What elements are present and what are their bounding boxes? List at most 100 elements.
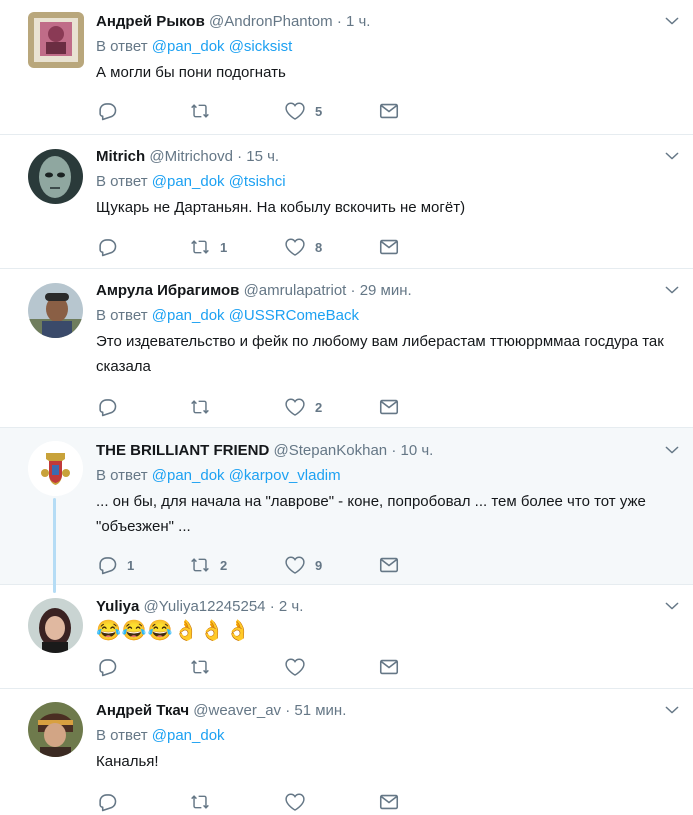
heart-icon [284,236,306,258]
timestamp[interactable]: 15 ч. [246,148,279,165]
author-handle[interactable]: @StepanKokhan [274,442,388,459]
mention-link[interactable]: @karpov_vladim [229,467,341,484]
heart-icon [284,791,306,813]
avatar[interactable] [28,441,83,496]
author-name[interactable]: Андрей Ткач [96,702,189,719]
retweet-icon [189,656,211,678]
tweet-header: Андрей Рыков @AndronPhantom · 1 ч. [96,12,671,32]
mention-link[interactable]: @sicksist [229,38,293,55]
retweet-button[interactable] [189,100,220,122]
retweet-button[interactable]: 1 [189,236,227,258]
tweet-header: Yuliya @Yuliya12245254 · 2 ч. [96,597,671,617]
direct-message-button[interactable] [378,100,400,122]
separator: · [269,598,275,615]
tweet[interactable]: Амрула Ибрагимов @amrulapatriot · 29 мин… [0,269,693,428]
like-button[interactable]: 8 [284,236,322,258]
avatar[interactable] [28,283,83,338]
mention-link[interactable]: @pan_dok [152,727,225,744]
like-button[interactable]: 2 [284,396,322,418]
mention-link[interactable]: @tsishci [229,173,286,190]
tweet[interactable]: Андрей Рыков @AndronPhantom · 1 ч. В отв… [0,0,693,135]
retweet-count: 1 [220,239,228,255]
retweet-button[interactable] [189,396,220,418]
reply-button[interactable] [96,791,127,813]
envelope-icon [378,236,400,258]
like-button[interactable] [284,656,315,678]
direct-message-button[interactable] [378,396,400,418]
mention-link[interactable]: @pan_dok [152,307,225,324]
direct-message-button[interactable] [378,791,400,813]
tweet-text: 😂😂😂👌👌👌 [96,620,252,642]
author-name[interactable]: Амрула Ибрагимов [96,282,239,299]
tweet-text: Это издевательство и фейк по любому вам … [96,333,664,375]
author-name[interactable]: Yuliya [96,598,139,615]
tweet-header: Амрула Ибрагимов @amrulapatriot · 29 мин… [96,281,671,301]
author-handle[interactable]: @AndronPhantom [209,13,333,30]
envelope-icon [378,100,400,122]
separator: · [336,13,342,30]
tweet-text: ... он бы, для начала на "лаврове" - кон… [96,493,646,535]
tweet-header: Андрей Ткач @weaver_av · 51 мин. [96,701,671,721]
reply-prefix: В ответ [96,467,148,484]
like-button[interactable]: 5 [284,100,322,122]
timestamp[interactable]: 10 ч. [401,442,434,459]
author-handle[interactable]: @amrulapatriot [244,282,347,299]
chevron-down-icon[interactable] [663,441,681,459]
separator: · [237,148,243,165]
mention-link[interactable]: @pan_dok [152,38,225,55]
tweet[interactable]: Mitrich @Mitrichovd · 15 ч. В ответ @pan… [0,135,693,269]
chevron-down-icon[interactable] [663,701,681,719]
reply-button[interactable]: 1 [96,554,134,576]
retweet-icon [189,396,211,418]
like-button[interactable]: 9 [284,554,322,576]
retweet-button[interactable] [189,791,220,813]
reply-context: В ответ @pan_dok @karpov_vladim [96,466,671,486]
chevron-down-icon[interactable] [663,147,681,165]
timestamp[interactable]: 1 ч. [346,13,371,30]
tweet[interactable]: Yuliya @Yuliya12245254 · 2 ч. 😂😂😂👌👌👌 [0,585,693,689]
reply-button[interactable] [96,656,127,678]
reply-icon [96,236,118,258]
direct-message-button[interactable] [378,236,400,258]
reply-context: В ответ @pan_dok [96,726,671,746]
chevron-down-icon[interactable] [663,281,681,299]
author-name[interactable]: Андрей Рыков [96,13,205,30]
timestamp[interactable]: 2 ч. [279,598,304,615]
retweet-button[interactable] [189,656,220,678]
retweet-button[interactable]: 2 [189,554,227,576]
tweet-text: Каналья! [96,753,159,770]
direct-message-button[interactable] [378,656,400,678]
reply-icon [96,396,118,418]
mention-link[interactable]: @pan_dok [152,467,225,484]
tweet[interactable]: Андрей Ткач @weaver_av · 51 мин. В ответ… [0,689,693,815]
author-name[interactable]: THE BRILLIANT FRIEND [96,442,269,459]
timestamp[interactable]: 51 мин. [294,702,346,719]
thread-connector [53,498,56,593]
author-name[interactable]: Mitrich [96,148,145,165]
separator: · [391,442,397,459]
chevron-down-icon[interactable] [663,12,681,30]
mention-link[interactable]: @USSRComeBack [229,307,359,324]
like-button[interactable] [284,791,315,813]
chevron-down-icon[interactable] [663,597,681,615]
reply-button[interactable] [96,100,127,122]
avatar[interactable] [28,598,83,653]
mention-link[interactable]: @pan_dok [152,173,225,190]
tweet[interactable]: THE BRILLIANT FRIEND @StepanKokhan · 10 … [0,428,693,585]
reply-button[interactable] [96,396,127,418]
reply-icon [96,100,118,122]
reply-prefix: В ответ [96,727,148,744]
timestamp[interactable]: 29 мин. [360,282,412,299]
author-handle[interactable]: @weaver_av [193,702,281,719]
author-handle[interactable]: @Yuliya12245254 [144,598,266,615]
direct-message-button[interactable] [378,554,400,576]
avatar[interactable] [28,149,83,204]
reply-button[interactable] [96,236,127,258]
like-count: 5 [315,103,323,119]
avatar[interactable] [28,12,84,68]
author-handle[interactable]: @Mitrichovd [149,148,233,165]
avatar[interactable] [28,702,83,757]
like-count: 8 [315,239,323,255]
retweet-icon [189,791,211,813]
reply-prefix: В ответ [96,38,148,55]
